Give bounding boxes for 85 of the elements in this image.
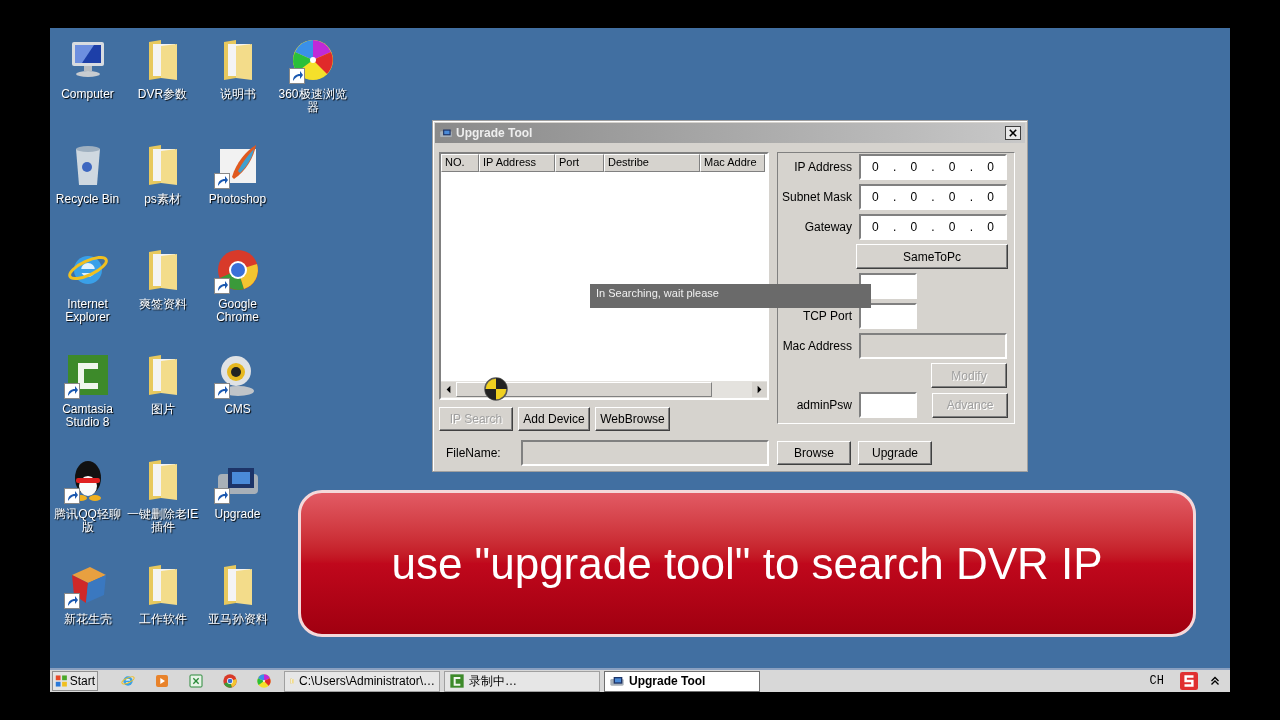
ip-octet: . bbox=[969, 189, 974, 206]
input-method-icon[interactable] bbox=[1180, 672, 1198, 690]
desktop-icon-label[interactable]: Camtasia Studio 8 bbox=[49, 403, 126, 429]
ip-octet: . bbox=[931, 159, 935, 176]
scrollbar-thumb[interactable] bbox=[456, 382, 712, 397]
column-header[interactable]: IP Address bbox=[479, 154, 555, 172]
desktop-icon-label[interactable]: 亚马孙资料 bbox=[199, 613, 276, 626]
ip-octet: 0 bbox=[910, 219, 918, 236]
horizontal-scrollbar[interactable] bbox=[441, 381, 767, 398]
desktop-icon-label[interactable]: 说明书 bbox=[199, 88, 276, 101]
ip-octet: . bbox=[931, 189, 935, 206]
field-label: Subnet Mask bbox=[780, 189, 852, 206]
desktop-icon-label[interactable]: 腾讯QQ轻聊版 bbox=[49, 508, 126, 534]
ip-octet: . bbox=[892, 219, 897, 236]
button[interactable]: Upgrade bbox=[858, 441, 932, 465]
column-header[interactable]: NO. bbox=[441, 154, 479, 172]
caption-text: use "upgrade tool" to search DVR IP bbox=[391, 537, 1103, 590]
busy-cursor-icon bbox=[484, 377, 508, 401]
ip-octet: . bbox=[892, 189, 897, 206]
desktop-icon-label[interactable]: CMS bbox=[199, 403, 276, 416]
ip-octet: 0 bbox=[910, 159, 918, 176]
desktop-icon-label[interactable]: ps素材 bbox=[124, 193, 201, 206]
status-overlay: In Searching, wait please bbox=[590, 284, 871, 308]
close-icon bbox=[1009, 129, 1017, 137]
ip-octet: . bbox=[969, 219, 974, 236]
field-label: FileName: bbox=[445, 445, 502, 462]
ip-octet: 0 bbox=[987, 189, 994, 206]
desktop-icon-label[interactable]: DVR参数 bbox=[124, 88, 201, 101]
desktop-icon-label[interactable]: Recycle Bin bbox=[49, 193, 126, 206]
quick-launch-icon[interactable] bbox=[222, 673, 238, 689]
quick-launch-icon[interactable] bbox=[256, 673, 272, 689]
start-button[interactable]: Start bbox=[52, 671, 98, 691]
desktop-icon-label[interactable]: 工作软件 bbox=[124, 613, 201, 626]
ip-octet: 0 bbox=[948, 219, 956, 236]
scroll-right-icon[interactable] bbox=[752, 382, 767, 397]
ip-octet: 0 bbox=[987, 159, 994, 176]
column-header[interactable]: Port bbox=[555, 154, 604, 172]
ip-octet: 0 bbox=[948, 189, 956, 206]
desktop-icon-label[interactable]: Upgrade bbox=[199, 508, 276, 521]
field-label: IP Address bbox=[793, 159, 852, 176]
ip-octet: . bbox=[931, 219, 935, 236]
desktop-icon-label[interactable]: Google Chrome bbox=[199, 298, 276, 324]
language-indicator[interactable]: CH bbox=[1149, 672, 1164, 690]
ip-octet: 0 bbox=[872, 189, 879, 206]
ip-octet: 0 bbox=[910, 189, 918, 206]
window-title: Upgrade Tool bbox=[456, 125, 534, 142]
ip-address-field[interactable]: 0 . 0 . 0 . 0 bbox=[859, 184, 1007, 210]
ip-octet: 0 bbox=[987, 219, 994, 236]
desktop-icon-label[interactable]: 图片 bbox=[124, 403, 201, 416]
desktop-icon-label[interactable]: 一键删除老IE插件 bbox=[124, 508, 201, 534]
button[interactable]: Browse bbox=[777, 441, 851, 465]
task-icon bbox=[449, 673, 465, 689]
ip-octet: 0 bbox=[872, 159, 879, 176]
desktop-icon-label[interactable]: 新花生壳 bbox=[49, 613, 126, 626]
column-header[interactable]: Destribe bbox=[604, 154, 700, 172]
scroll-left-icon[interactable] bbox=[441, 382, 456, 397]
taskbar-button[interactable]: Upgrade Tool bbox=[604, 670, 760, 692]
ip-octet: . bbox=[969, 159, 974, 176]
field-label: Gateway bbox=[803, 219, 852, 236]
column-header[interactable]: Mac Addre bbox=[700, 154, 765, 172]
ip-octet: . bbox=[892, 159, 897, 176]
ip-address-field[interactable]: 0 . 0 . 0 . 0 bbox=[859, 154, 1007, 180]
desktop-icon-label[interactable]: Photoshop bbox=[199, 193, 276, 206]
input-field[interactable] bbox=[859, 303, 917, 329]
button[interactable]: Add Device bbox=[518, 407, 590, 431]
taskbar-button[interactable]: 录制中… bbox=[444, 670, 600, 692]
ip-address-field[interactable]: 0 . 0 . 0 . 0 bbox=[859, 214, 1007, 240]
file-name-field[interactable] bbox=[521, 440, 769, 466]
desktop-icon-label[interactable]: Computer bbox=[49, 88, 126, 101]
field-label: TCP Port bbox=[801, 308, 852, 325]
desktop-icon-label[interactable]: 爽签资料 bbox=[124, 298, 201, 311]
button[interactable]: WebBrowse bbox=[595, 407, 670, 431]
desktop-icon-label[interactable]: 360极速浏览器 bbox=[274, 88, 351, 114]
password-field[interactable] bbox=[859, 392, 917, 418]
field-label: Mac Address bbox=[781, 338, 852, 355]
close-button[interactable] bbox=[1005, 126, 1021, 140]
button[interactable]: SameToPc bbox=[856, 244, 1008, 269]
field-label: adminPsw bbox=[795, 397, 852, 414]
taskbar-button[interactable]: C:\Users\Administrator\… bbox=[284, 670, 440, 692]
ip-octet: 0 bbox=[872, 219, 879, 236]
quick-launch-icon[interactable] bbox=[154, 673, 170, 689]
desktop-icon-label[interactable]: Internet Explorer bbox=[49, 298, 126, 324]
quick-launch-icon[interactable] bbox=[188, 673, 204, 689]
ip-octet: 0 bbox=[948, 159, 956, 176]
windows-logo-icon bbox=[55, 674, 68, 688]
